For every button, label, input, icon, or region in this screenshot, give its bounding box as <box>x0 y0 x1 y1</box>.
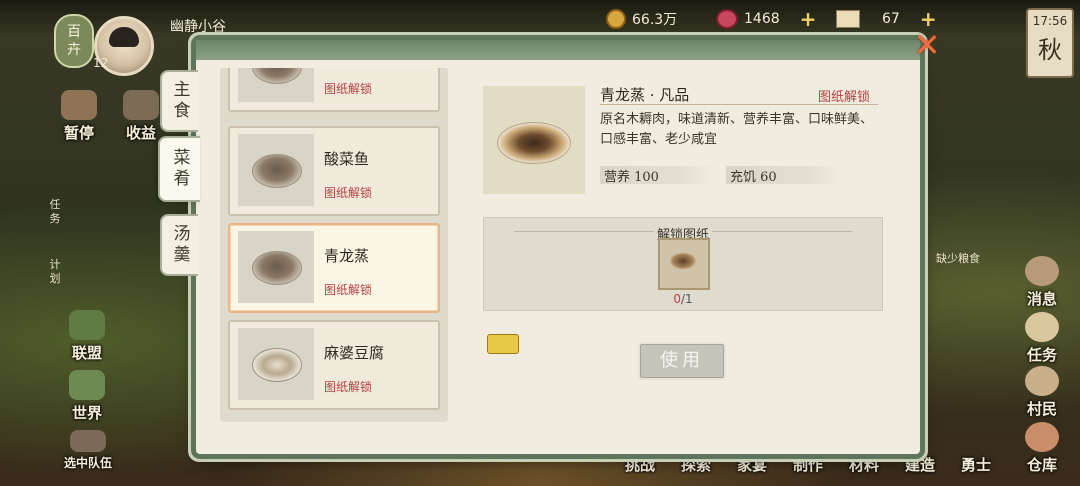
dish-unlock-status: 图纸解锁 <box>818 90 871 105</box>
nav-explore[interactable]: 探索 <box>668 454 724 475</box>
collect-button[interactable]: 收益 <box>116 90 166 143</box>
blueprint-needed: /1 <box>680 292 693 306</box>
recipe-thumb <box>238 328 314 400</box>
bottom-nav: 挑战 探索 家宴 制作 材料 建造 勇士 <box>612 454 1004 475</box>
tasks-label: 任务 <box>1026 346 1057 364</box>
blueprint-owned: 0 <box>673 292 681 306</box>
recipe-card[interactable]: 麻婆豆腐 图纸解锁 <box>228 320 440 410</box>
recipe-name: 酸菜鱼 <box>324 150 370 168</box>
unlock-blueprint-box: 解锁图纸 0/1 <box>483 217 883 311</box>
player-level: 12 <box>93 56 109 70</box>
recipe-unlock-status: 图纸解锁 <box>324 186 373 200</box>
world-label: 世界 <box>71 404 102 422</box>
team-label: 选中队伍 <box>63 456 112 470</box>
message-button[interactable]: 消息 <box>1018 256 1066 309</box>
recipe-thumb <box>238 231 314 303</box>
warehouse-label: 仓库 <box>1026 456 1057 474</box>
plan-side-label[interactable]: 计划 <box>48 258 62 286</box>
recipe-card[interactable]: 酸菜鱼 图纸解锁 <box>228 126 440 216</box>
satiety-stat: 充饥 60 <box>726 166 840 185</box>
nav-materials[interactable]: 材料 <box>836 454 892 475</box>
villager-icon <box>1025 366 1059 396</box>
villagers-button[interactable]: 村民 <box>1018 366 1066 419</box>
recipe-list[interactable]: 图纸解锁 酸菜鱼 图纸解锁 青龙蒸 图纸解锁 麻婆豆腐 图纸解锁 <box>220 68 448 422</box>
tab-staple[interactable]: 主食 <box>160 70 198 132</box>
mushroom-icon <box>61 90 97 120</box>
tofu-dish-icon <box>252 348 302 382</box>
nav-build[interactable]: 建造 <box>892 454 948 475</box>
team-portrait-icon <box>70 430 106 452</box>
scroll-icon <box>836 10 860 28</box>
world-map-icon <box>69 370 105 400</box>
nav-challenge[interactable]: 挑战 <box>612 454 668 475</box>
claypot-dish-icon <box>252 68 302 84</box>
avatar-hair <box>109 27 139 47</box>
world-button[interactable]: 世界 <box>62 370 112 423</box>
dish-description: 原名木耨肉，味道清新、营养丰富、口味鲜美、口感丰富、老少咸宜 <box>600 112 874 147</box>
warehouse-button[interactable]: 仓库 <box>1018 422 1066 475</box>
team-button[interactable]: 选中队伍 <box>58 430 118 471</box>
steamed-dish-icon <box>252 251 302 285</box>
pause-button[interactable]: 暂停 <box>54 90 104 143</box>
message-label: 消息 <box>1026 290 1057 308</box>
dish-title: 青龙蒸 · 凡品 <box>600 86 690 104</box>
gem-icon <box>716 9 738 29</box>
copper-amount: 66.3万 <box>632 12 678 28</box>
use-button[interactable]: 使用 <box>638 342 726 380</box>
map-fog-label: 缺少粮食 <box>936 252 980 265</box>
message-icon <box>1025 256 1059 286</box>
task-side-label[interactable]: 任务 <box>48 198 62 226</box>
alliance-label: 联盟 <box>71 344 102 362</box>
blueprint-item[interactable] <box>658 238 710 290</box>
season-chip-char-2: 卉 <box>67 42 81 58</box>
gold-ingot-icon <box>487 334 519 354</box>
nav-warriors[interactable]: 勇士 <box>948 454 1004 475</box>
recipe-unlock-status: 图纸解锁 <box>324 380 373 394</box>
title-divider <box>600 104 878 105</box>
clock-time: 17:56 <box>1032 14 1068 28</box>
tasks-scroll-icon <box>1025 312 1059 342</box>
mountain-icon <box>69 310 105 340</box>
gem-amount: 1468 <box>744 11 780 27</box>
nav-craft[interactable]: 制作 <box>780 454 836 475</box>
recipe-card[interactable]: 图纸解锁 <box>228 68 440 112</box>
nav-banquet[interactable]: 家宴 <box>724 454 780 475</box>
warehouse-icon <box>1025 422 1059 452</box>
blueprint-scroll-icon <box>669 252 697 270</box>
alliance-button[interactable]: 联盟 <box>62 310 112 363</box>
tasks-button[interactable]: 任务 <box>1018 312 1066 365</box>
blueprint-count: 0/1 <box>484 292 882 306</box>
copper-coin-icon <box>606 9 626 29</box>
recipe-card-selected[interactable]: 青龙蒸 图纸解锁 <box>228 223 440 313</box>
recipe-name: 青龙蒸 <box>324 247 370 265</box>
collect-label: 收益 <box>125 124 156 142</box>
house-icon <box>123 90 159 120</box>
village-name: 幽静小谷 <box>170 19 226 35</box>
add-gems-button[interactable]: + <box>800 7 817 31</box>
season-clock[interactable]: 17:56 秋 <box>1026 8 1074 78</box>
scroll-amount: 67 <box>882 11 900 27</box>
copper-resource: 66.3万 <box>606 8 677 30</box>
recipe-thumb <box>238 134 314 206</box>
pause-label: 暂停 <box>63 124 94 142</box>
panel-header-band <box>196 40 920 60</box>
villagers-label: 村民 <box>1026 400 1057 418</box>
clock-season: 秋 <box>1038 36 1062 64</box>
gem-resource: 1468 + <box>716 7 817 31</box>
close-icon[interactable]: ✕ <box>912 29 942 61</box>
recipe-unlock-status: 图纸解锁 <box>324 82 373 96</box>
season-chip[interactable]: 百 卉 <box>54 14 94 68</box>
tab-dishes[interactable]: 菜肴 <box>158 136 200 202</box>
recipe-unlock-status: 图纸解锁 <box>324 283 373 297</box>
recipe-name: 麻婆豆腐 <box>324 344 385 362</box>
dish-image <box>483 86 585 194</box>
dish-plate-icon <box>497 122 571 164</box>
recipe-thumb <box>238 68 314 102</box>
fish-dish-icon <box>252 154 302 188</box>
nutrition-stat: 营养 100 <box>600 166 714 185</box>
tab-soup[interactable]: 汤羹 <box>160 214 198 276</box>
season-chip-char-1: 百 <box>67 24 81 40</box>
